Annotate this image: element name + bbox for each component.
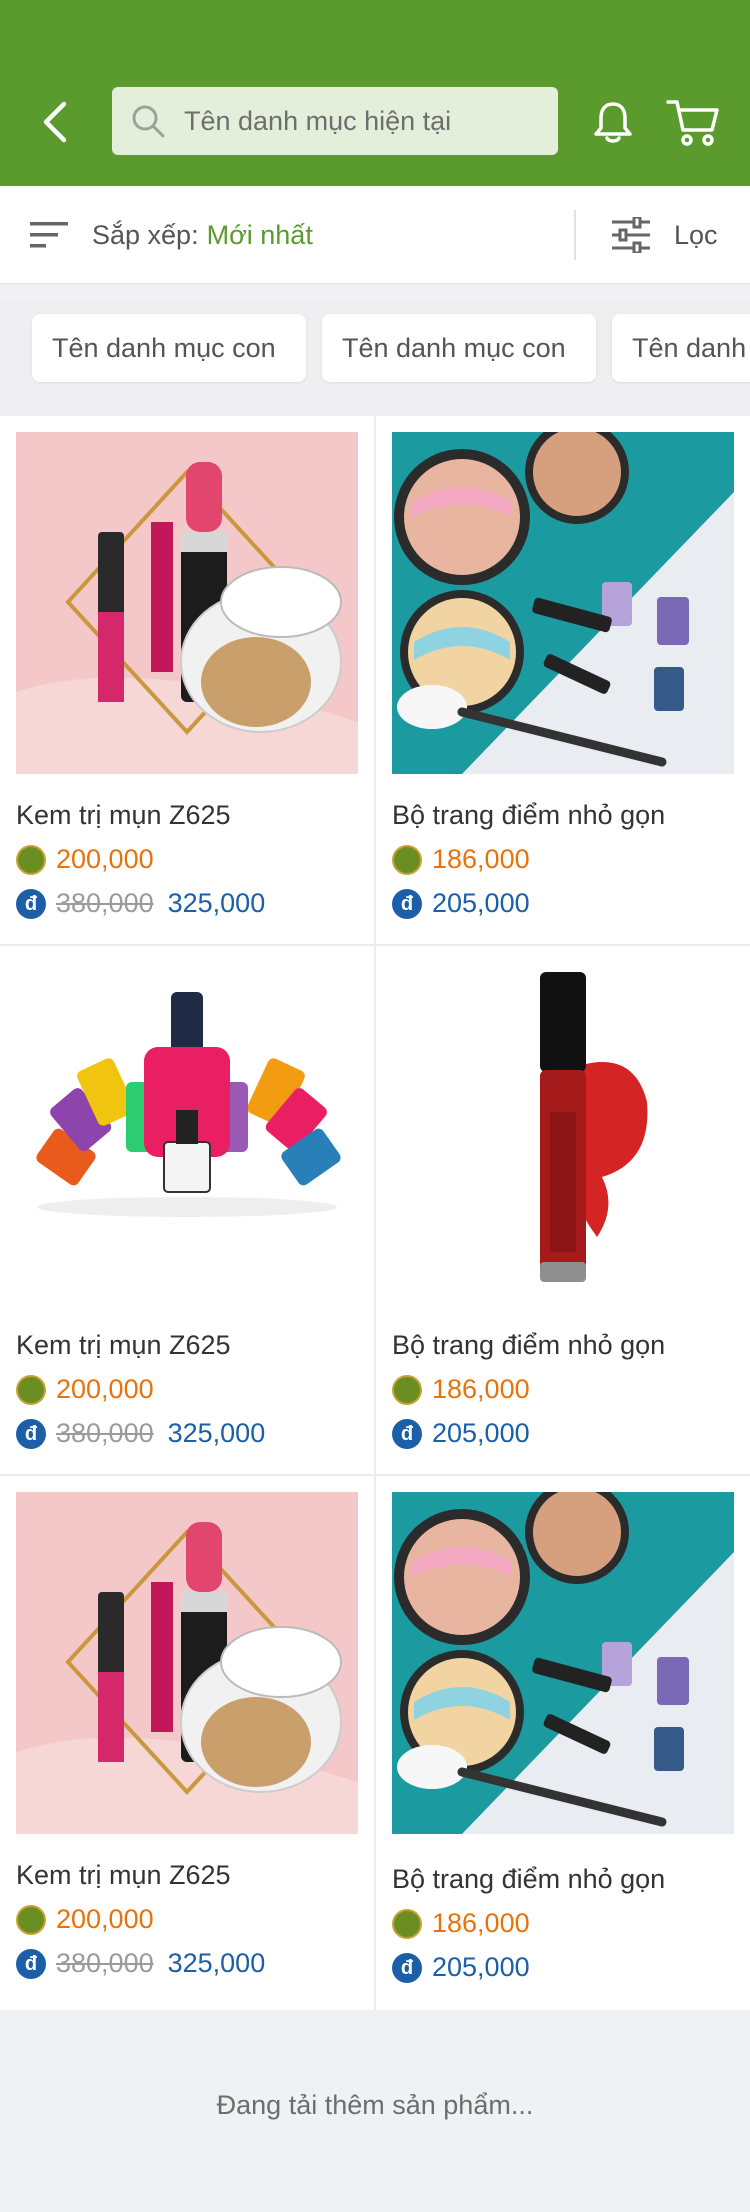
sale-price: 205,000 — [432, 888, 530, 918]
price-row: đ 380,000 325,000 — [16, 1418, 265, 1449]
points-price-row: 186,000 — [392, 1908, 530, 1939]
price-row: đ 205,000 — [392, 1418, 530, 1449]
sort-filter-bar: Sắp xếp: Mới nhất Lọc — [0, 186, 750, 284]
product-name: Kem trị mụn Z625 — [16, 800, 231, 830]
price-row: đ 205,000 — [392, 888, 530, 919]
sale-price: 325,000 — [167, 1418, 266, 1448]
points-price-row: 186,000 — [392, 844, 530, 875]
product-name: Bộ trang điểm nhỏ gọn — [392, 1330, 666, 1360]
app-header — [0, 0, 750, 186]
dong-currency-icon: đ — [392, 888, 422, 919]
points-coin-icon — [16, 1904, 46, 1935]
loading-more-text: Đang tải thêm sản phẩm... — [216, 2090, 534, 2120]
filter-button[interactable]: Lọc — [612, 186, 718, 284]
filter-sliders-icon — [612, 217, 650, 253]
points-price-row: 200,000 — [16, 1904, 154, 1935]
sale-price: 325,000 — [167, 888, 266, 918]
product-image-liquid-lipstick — [392, 962, 734, 1304]
points-price: 186,000 — [432, 844, 530, 874]
product-card[interactable]: Bộ trang điểm nhỏ gọn 186,000 đ 205,000 — [376, 946, 750, 1474]
product-image-makeup-set — [16, 1492, 358, 1834]
points-coin-icon — [392, 1374, 422, 1405]
product-grid: Kem trị mụn Z625 200,000 đ 380,000 325,0… — [0, 416, 750, 2010]
product-name: Kem trị mụn Z625 — [16, 1330, 231, 1360]
price-row: đ 380,000 325,000 — [16, 888, 265, 919]
points-price: 200,000 — [56, 1374, 154, 1404]
original-price: 380,000 — [56, 888, 154, 918]
dong-currency-icon: đ — [16, 888, 46, 919]
divider — [574, 210, 576, 260]
sort-value: Mới nhất — [206, 219, 313, 250]
product-card[interactable]: Bộ trang điểm nhỏ gọn 186,000 đ 205,000 — [376, 1476, 750, 2010]
subcategory-chip[interactable]: Tên danh mục con — [612, 314, 750, 382]
points-price-row: 200,000 — [16, 1374, 154, 1405]
sale-price: 205,000 — [432, 1418, 530, 1448]
product-image-highlighter-palette — [392, 1492, 734, 1834]
dong-currency-icon: đ — [16, 1948, 46, 1979]
dong-currency-icon: đ — [16, 1418, 46, 1449]
points-coin-icon — [392, 844, 422, 875]
product-card[interactable]: Kem trị mụn Z625 200,000 đ 380,000 325,0… — [0, 946, 374, 1474]
sort-button[interactable]: Sắp xếp: Mới nhất — [30, 186, 313, 284]
search-bar[interactable] — [112, 87, 558, 155]
original-price: 380,000 — [56, 1418, 154, 1448]
points-coin-icon — [16, 1374, 46, 1405]
cart-icon[interactable] — [666, 96, 720, 148]
product-card[interactable]: Bộ trang điểm nhỏ gọn 186,000 đ 205,000 — [376, 416, 750, 944]
price-row: đ 380,000 325,000 — [16, 1948, 265, 1979]
points-price: 186,000 — [432, 1374, 530, 1404]
back-button[interactable] — [34, 98, 74, 146]
product-name: Bộ trang điểm nhỏ gọn — [392, 1864, 666, 1894]
points-price: 200,000 — [56, 844, 154, 874]
sale-price: 205,000 — [432, 1952, 530, 1982]
product-image-highlighter-palette — [392, 432, 734, 774]
product-card[interactable]: Kem trị mụn Z625 200,000 đ 380,000 325,0… — [0, 416, 374, 944]
original-price: 380,000 — [56, 1948, 154, 1978]
price-row: đ 205,000 — [392, 1952, 530, 1983]
sale-price: 325,000 — [167, 1948, 266, 1978]
back-arrow-icon — [43, 101, 67, 143]
points-price-row: 200,000 — [16, 844, 154, 875]
points-price: 186,000 — [432, 1908, 530, 1938]
product-image-makeup-set — [16, 432, 358, 774]
dong-currency-icon: đ — [392, 1418, 422, 1449]
filter-label: Lọc — [674, 219, 718, 250]
search-icon — [132, 105, 165, 138]
points-coin-icon — [16, 844, 46, 875]
subcategory-chips: Tên danh mục con Tên danh mục con Tên da… — [0, 300, 750, 414]
points-coin-icon — [392, 1908, 422, 1939]
points-price: 200,000 — [56, 1904, 154, 1934]
bell-icon[interactable] — [592, 98, 634, 146]
sort-icon — [30, 222, 68, 248]
product-image-nail-polish — [16, 962, 358, 1304]
points-price-row: 186,000 — [392, 1374, 530, 1405]
product-name: Kem trị mụn Z625 — [16, 1860, 231, 1890]
product-name: Bộ trang điểm nhỏ gọn — [392, 800, 666, 830]
sort-label: Sắp xếp: — [92, 219, 199, 250]
subcategory-chip[interactable]: Tên danh mục con — [322, 314, 596, 382]
dong-currency-icon: đ — [392, 1952, 422, 1983]
product-card[interactable]: Kem trị mụn Z625 200,000 đ 380,000 325,0… — [0, 1476, 374, 2010]
subcategory-chip[interactable]: Tên danh mục con — [32, 314, 306, 382]
search-input[interactable] — [184, 105, 544, 137]
